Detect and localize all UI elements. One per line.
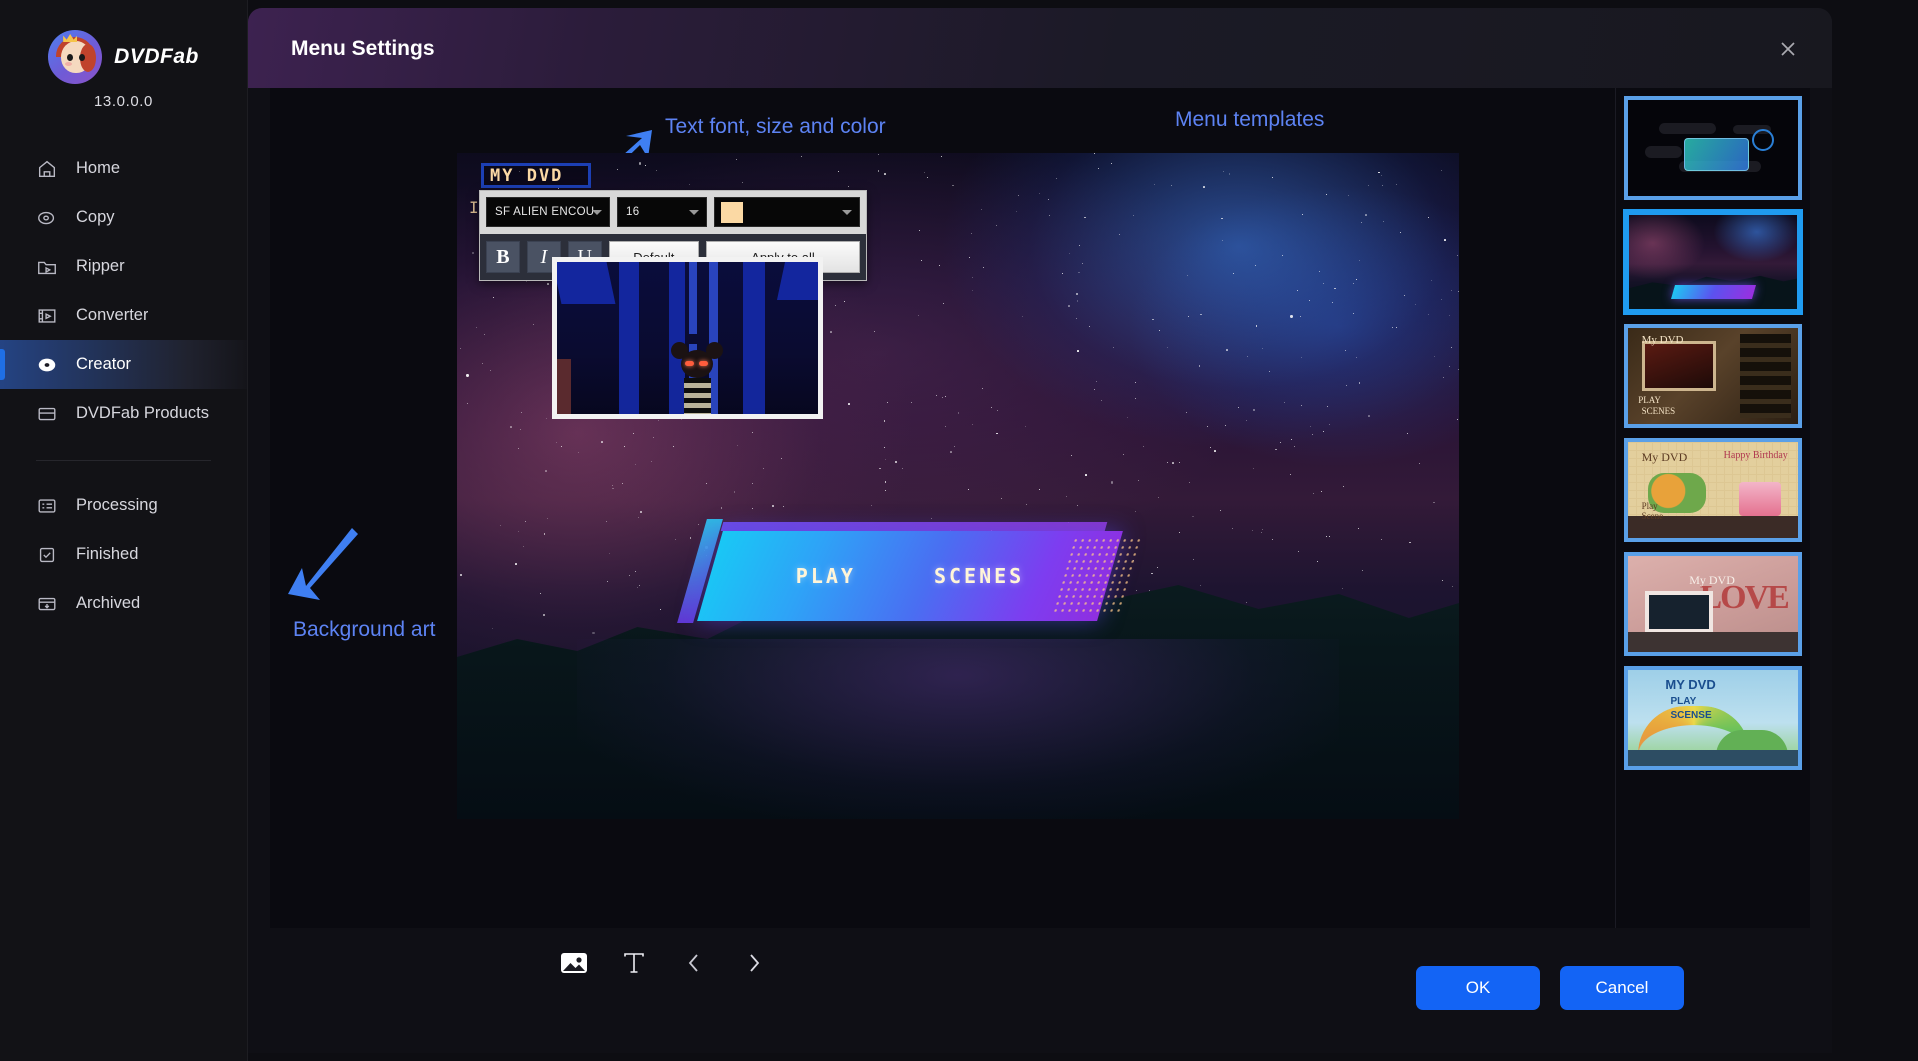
- converter-film-icon: [36, 305, 58, 327]
- sidebar-item-copy[interactable]: Copy: [0, 193, 247, 242]
- font-family-value: SF ALIEN ENCOU: [495, 206, 595, 218]
- ok-button[interactable]: OK: [1416, 966, 1540, 1010]
- sidebar: DVDFab 13.0.0.0 Home Copy Ripper Convert…: [0, 0, 248, 1061]
- font-size-value: 16: [626, 206, 640, 218]
- annotation-text-font: Text font, size and color: [665, 115, 886, 138]
- sidebar-item-label: Copy: [76, 208, 115, 226]
- template-caption: Happy Birthday: [1723, 449, 1788, 461]
- home-icon: [36, 158, 58, 180]
- dvd-title-textbox[interactable]: MY DVD: [481, 163, 591, 188]
- sidebar-item-converter[interactable]: Converter: [0, 291, 247, 340]
- chevron-down-icon: [592, 210, 602, 215]
- color-swatch: [721, 201, 743, 223]
- sidebar-item-home[interactable]: Home: [0, 144, 247, 193]
- dialog-header: Menu Settings: [248, 8, 1832, 88]
- sidebar-nav: Home Copy Ripper Converter Creator DVDFa…: [0, 144, 247, 628]
- ripper-folder-icon: [36, 256, 58, 278]
- template-caption: PLAY: [1670, 695, 1697, 707]
- sidebar-item-ripper[interactable]: Ripper: [0, 242, 247, 291]
- template-caption: My DVD: [1641, 333, 1684, 346]
- template-item-wedding[interactable]: LOVE My DVD: [1624, 552, 1802, 656]
- chevron-down-icon: [842, 210, 852, 215]
- thumbnail-character: [669, 338, 725, 414]
- play-button[interactable]: PLAY: [796, 564, 856, 588]
- sidebar-item-finished[interactable]: Finished: [0, 530, 247, 579]
- annotation-menu-templates: Menu templates: [1175, 108, 1325, 131]
- sidebar-item-label: Home: [76, 159, 121, 177]
- menu-settings-dialog: Menu Settings Text font, size and color …: [248, 8, 1832, 1053]
- menu-preview-canvas[interactable]: IT MY DVD SF ALIEN ENCOU 16: [457, 153, 1459, 819]
- template-item-kids[interactable]: MY DVD PLAY SCENSE: [1624, 666, 1802, 770]
- sidebar-item-label: Processing: [76, 496, 158, 514]
- app-window: DVDFab 13.0.0.0 Home Copy Ripper Convert…: [0, 0, 1918, 1061]
- products-box-icon: [36, 403, 58, 425]
- floor-glow: [577, 639, 1339, 819]
- template-item-birthday[interactable]: My DVD Happy Birthday Play Scene: [1624, 438, 1802, 542]
- template-caption: SCENES: [1641, 406, 1676, 417]
- sidebar-item-label: Creator: [76, 355, 132, 373]
- processing-list-icon: [36, 495, 58, 517]
- scenes-button[interactable]: SCENES: [934, 564, 1024, 588]
- sidebar-divider: [36, 460, 211, 461]
- chevron-down-icon: [689, 210, 699, 215]
- template-caption: PLAY: [1638, 394, 1661, 405]
- sidebar-item-label: Finished: [76, 545, 139, 563]
- template-item-sepia-film[interactable]: My DVD PLAY SCENES: [1624, 324, 1802, 428]
- sidebar-item-label: Converter: [76, 306, 149, 324]
- template-caption: Play: [1641, 501, 1658, 512]
- font-family-select[interactable]: SF ALIEN ENCOU: [486, 197, 610, 227]
- template-rail[interactable]: My DVD PLAY SCENES My DVD Happy Birthday…: [1615, 88, 1810, 928]
- font-color-select[interactable]: [714, 197, 860, 227]
- template-caption: My DVD: [1689, 573, 1735, 588]
- template-item-dark-tech[interactable]: [1624, 96, 1802, 200]
- sidebar-item-processing[interactable]: Processing: [0, 481, 247, 530]
- playback-button-group[interactable]: PLAY SCENES: [677, 519, 1144, 623]
- dialog-footer: OK Cancel: [248, 928, 1832, 1053]
- template-caption: My DVD: [1641, 449, 1688, 464]
- sidebar-item-dvdfab-products[interactable]: DVDFab Products: [0, 389, 247, 438]
- dvd-title-text: MY DVD: [490, 165, 564, 186]
- font-size-select[interactable]: 16: [617, 197, 707, 227]
- creator-disc-icon: [36, 354, 58, 376]
- sidebar-item-creator[interactable]: Creator: [0, 340, 247, 389]
- finished-check-icon: [36, 544, 58, 566]
- template-item-night-sky[interactable]: [1624, 210, 1802, 314]
- cancel-button[interactable]: Cancel: [1560, 966, 1684, 1010]
- sidebar-item-label: DVDFab Products: [76, 404, 209, 422]
- annotation-background-art: Background art: [293, 618, 436, 641]
- sidebar-item-archived[interactable]: Archived: [0, 579, 247, 628]
- sidebar-item-label: Ripper: [76, 257, 125, 275]
- copy-disc-icon: [36, 207, 58, 229]
- brand: DVDFab 13.0.0.0: [0, 0, 247, 110]
- template-caption: SCENSE: [1670, 710, 1712, 722]
- editor-stage: Text font, size and color Menu templates…: [270, 88, 1615, 973]
- arrow-to-background: [288, 528, 358, 600]
- close-icon[interactable]: [1774, 35, 1802, 63]
- menu-thumbnail[interactable]: [552, 257, 823, 419]
- bold-button[interactable]: B: [486, 241, 520, 273]
- sidebar-item-label: Archived: [76, 594, 141, 612]
- brand-version: 13.0.0.0: [93, 93, 153, 110]
- page-title: Menu Settings: [291, 37, 435, 60]
- dvdfab-logo-icon: [48, 30, 103, 84]
- dialog-body: Text font, size and color Menu templates…: [270, 88, 1810, 973]
- brand-name: DVDFab: [114, 45, 199, 68]
- template-caption: MY DVD: [1665, 676, 1716, 692]
- archived-box-icon: [36, 593, 58, 615]
- template-caption: Scene: [1641, 510, 1664, 521]
